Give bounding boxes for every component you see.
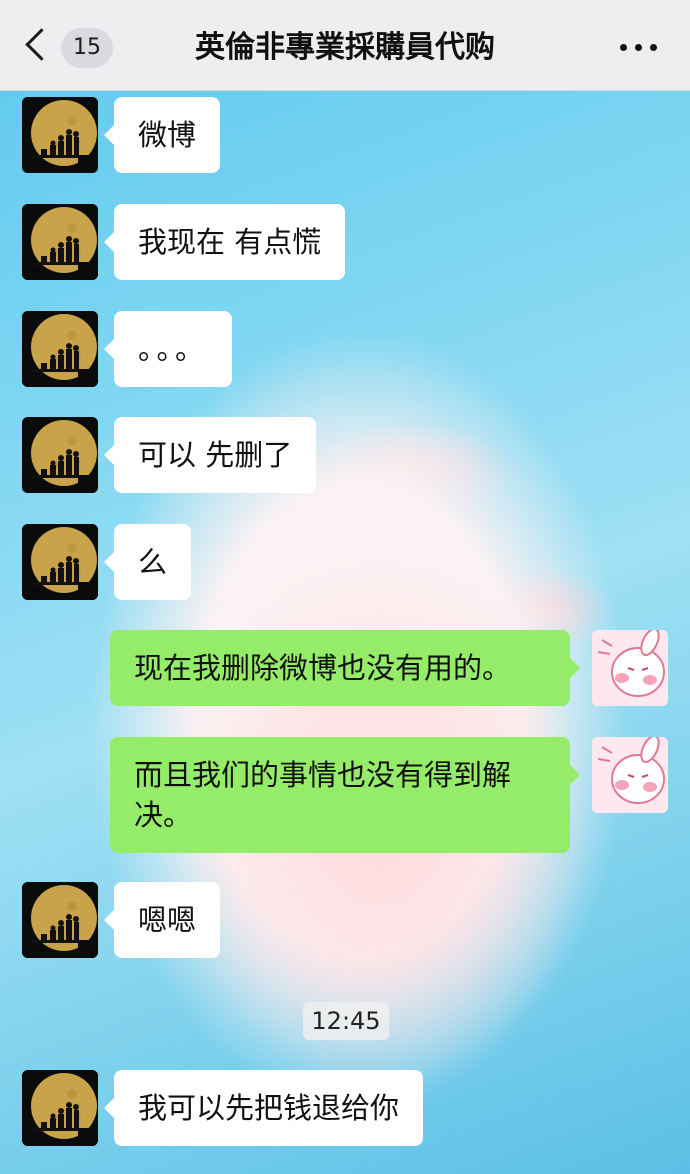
my-avatar[interactable] bbox=[592, 630, 668, 706]
contact-avatar[interactable] bbox=[22, 417, 98, 493]
contact-avatar[interactable] bbox=[22, 1070, 98, 1146]
incoming-message-bubble[interactable]: 。。。 bbox=[103, 311, 233, 387]
message-timestamp: 12:45 bbox=[303, 1002, 389, 1040]
contact-avatar[interactable] bbox=[22, 524, 98, 600]
more-dots-icon[interactable] bbox=[620, 44, 658, 52]
chevron-left-icon[interactable] bbox=[25, 28, 58, 61]
moon-silhouette-image bbox=[22, 417, 98, 493]
my-avatar[interactable] bbox=[592, 737, 668, 813]
incoming-message-bubble[interactable]: 我可以先把钱退给你 bbox=[103, 1070, 424, 1146]
moon-silhouette-image bbox=[22, 1070, 98, 1146]
bunny-sticker-image bbox=[592, 630, 668, 706]
chat-header: 15 英倫非專業採購員代购 bbox=[0, 0, 690, 91]
unread-count-badge[interactable]: 15 bbox=[61, 28, 113, 68]
outgoing-message-bubble[interactable]: 而且我们的事情也没有得到解决。 bbox=[110, 737, 580, 853]
outgoing-message-bubble[interactable]: 现在我删除微博也没有用的。 bbox=[110, 630, 580, 706]
contact-avatar[interactable] bbox=[22, 204, 98, 280]
incoming-message-bubble[interactable]: 么 bbox=[103, 524, 192, 600]
bunny-sticker-image bbox=[592, 737, 668, 813]
moon-silhouette-image bbox=[22, 311, 98, 387]
contact-avatar[interactable] bbox=[22, 311, 98, 387]
incoming-message-bubble[interactable]: 可以 先删了 bbox=[103, 417, 317, 493]
incoming-message-bubble[interactable]: 我现在 有点慌 bbox=[103, 204, 346, 280]
moon-silhouette-image bbox=[22, 204, 98, 280]
moon-silhouette-image bbox=[22, 882, 98, 958]
moon-silhouette-image bbox=[22, 524, 98, 600]
incoming-message-bubble[interactable]: 微博 bbox=[103, 97, 221, 173]
moon-silhouette-image bbox=[22, 97, 98, 173]
incoming-message-bubble[interactable]: 嗯嗯 bbox=[103, 882, 221, 958]
chat-title: 英倫非專業採購員代购 bbox=[195, 30, 495, 65]
contact-avatar[interactable] bbox=[22, 882, 98, 958]
contact-avatar[interactable] bbox=[22, 97, 98, 173]
